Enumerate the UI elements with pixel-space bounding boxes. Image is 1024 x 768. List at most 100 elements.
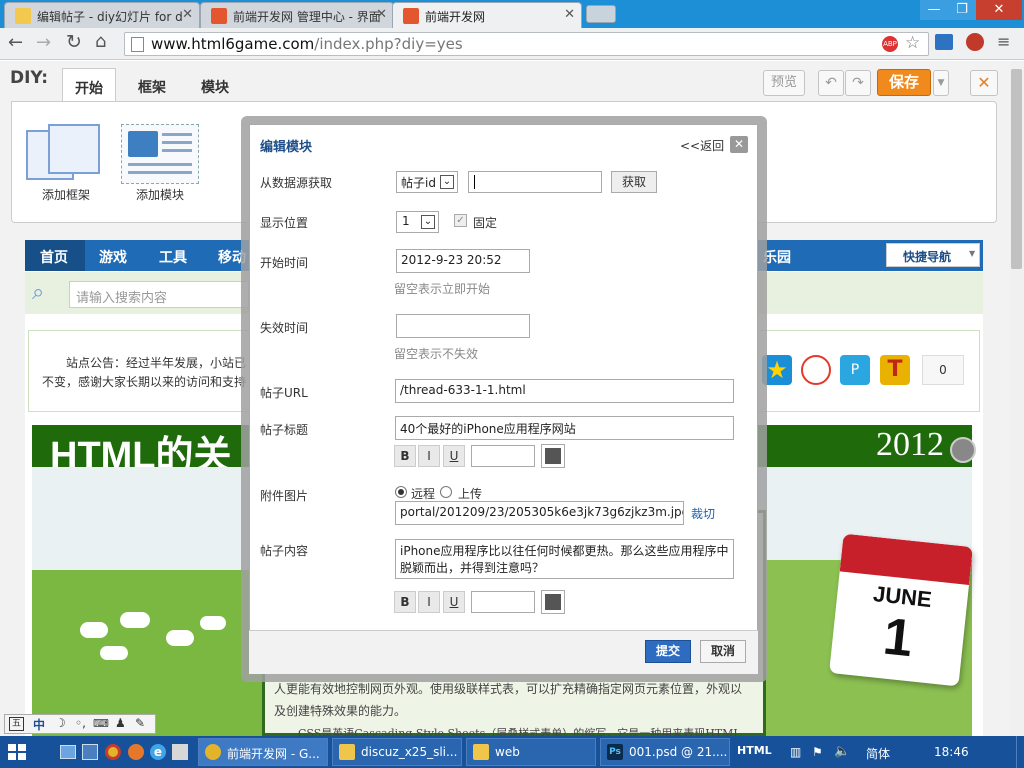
close-icon[interactable]: ✕ xyxy=(730,136,748,153)
url-input[interactable]: /thread-633-1-1.html xyxy=(395,379,734,403)
end-time-input[interactable] xyxy=(396,314,530,338)
attachment-input[interactable]: portal/201209/23/205305k6e3jk73g6zjkz3m.… xyxy=(395,501,684,525)
extension-icon[interactable] xyxy=(935,34,953,50)
content-underline-button[interactable]: U xyxy=(443,591,465,613)
menu-icon[interactable]: ≡ xyxy=(997,32,1010,51)
nav-home[interactable]: 首页 xyxy=(40,247,68,267)
underline-button[interactable]: U xyxy=(443,445,465,467)
tab-frame[interactable]: 框架 xyxy=(126,68,178,102)
source-id-input[interactable] xyxy=(468,171,602,193)
post-title-input[interactable]: 40个最好的iPhone应用程序网站 xyxy=(395,416,734,440)
reload-icon[interactable]: ↻ xyxy=(66,31,82,53)
volume-icon[interactable]: 🔈 xyxy=(834,744,850,759)
address-bar[interactable]: www.html6game.com/index.php?diy=yes ABP … xyxy=(124,32,929,56)
tab-admin[interactable]: 前端开发网 管理中心 - 界面 ✕ xyxy=(200,2,394,28)
slide-next-icon[interactable] xyxy=(950,437,976,463)
minimize-button[interactable]: — xyxy=(920,0,948,20)
task-discuz[interactable]: discuz_x25_sli... xyxy=(332,738,462,766)
start-time-input[interactable]: 2012-9-23 20:52 xyxy=(396,249,530,273)
explorer-icon[interactable] xyxy=(82,744,98,760)
wrench-icon[interactable]: ✎ xyxy=(135,716,145,730)
nav-park[interactable]: 乐园 xyxy=(763,247,791,267)
app-icon[interactable] xyxy=(172,744,188,760)
search-input[interactable]: 请输入搜索内容 xyxy=(69,281,249,308)
clock[interactable]: 18:46 xyxy=(934,745,969,759)
pengyou-icon[interactable]: P xyxy=(840,355,870,385)
crop-link[interactable]: 裁切 xyxy=(691,505,715,522)
ime-mode[interactable]: 中 xyxy=(33,716,45,733)
scrollbar-thumb[interactable] xyxy=(1011,69,1022,269)
save-dropdown-icon[interactable]: ▼ xyxy=(933,70,949,96)
content-color-input[interactable] xyxy=(471,591,535,613)
forward-icon[interactable]: → xyxy=(36,32,51,53)
add-module-label[interactable]: 添加模块 xyxy=(136,186,184,203)
remote-radio[interactable] xyxy=(395,486,407,498)
close-tab-icon[interactable]: ✕ xyxy=(564,7,575,22)
tab-edit-post[interactable]: 编辑帖子 - diy幻灯片 for d ✕ xyxy=(4,2,200,28)
nav-tools[interactable]: 工具 xyxy=(159,247,187,267)
close-tab-icon[interactable]: ✕ xyxy=(182,7,193,22)
position-select[interactable]: 1 ⌄ xyxy=(396,211,439,233)
maximize-button[interactable]: ❐ xyxy=(948,0,976,20)
add-frame-icon[interactable] xyxy=(26,124,104,182)
title-color-input[interactable] xyxy=(471,445,535,467)
moon-icon[interactable]: ☽ xyxy=(55,716,66,730)
title-color-picker[interactable] xyxy=(541,444,565,468)
keyboard-icon[interactable]: ⌨ xyxy=(93,717,109,730)
content-italic-button[interactable]: I xyxy=(418,591,440,613)
tab-start[interactable]: 开始 xyxy=(62,68,116,102)
add-module-icon[interactable] xyxy=(121,124,199,184)
ie-icon[interactable]: e xyxy=(150,744,166,760)
user-icon[interactable]: ♟ xyxy=(115,716,126,730)
ime-logo-icon[interactable]: 五 xyxy=(9,717,24,731)
folder-icon xyxy=(473,744,489,760)
scrollbar[interactable] xyxy=(1008,61,1024,736)
flag-icon[interactable]: ⚑ xyxy=(812,745,823,759)
bookmark-star-icon[interactable]: ☆ xyxy=(905,33,920,53)
windows-start-icon[interactable] xyxy=(8,744,26,760)
save-button[interactable]: 保存 xyxy=(877,69,931,96)
content-textarea[interactable]: iPhone应用程序比以往任何时候都更热。那么这些应用程序中脱颖而出，并得到注意… xyxy=(395,539,734,579)
back-link[interactable]: <<返回 xyxy=(680,137,724,154)
task-html[interactable]: HTML xyxy=(737,744,772,757)
search-icon[interactable]: ⌕ xyxy=(32,280,44,305)
network-icon[interactable]: ▥ xyxy=(790,745,801,759)
show-desktop-button[interactable] xyxy=(1016,736,1024,768)
fixed-checkbox[interactable]: ✓ xyxy=(454,214,467,227)
quick-nav-button[interactable]: 快捷导航 ▼ xyxy=(886,243,980,267)
content-bold-button[interactable]: B xyxy=(394,591,416,613)
fetch-button[interactable]: 获取 xyxy=(611,171,657,193)
preview-button[interactable]: 预览 xyxy=(763,70,805,96)
nav-games[interactable]: 游戏 xyxy=(99,247,127,267)
tweibo-icon[interactable]: T xyxy=(880,355,910,385)
close-window-button[interactable]: ✕ xyxy=(976,0,1022,20)
task-photoshop[interactable]: Ps 001.psd @ 21.... xyxy=(600,738,730,766)
submit-button[interactable]: 提交 xyxy=(645,640,691,663)
task-web[interactable]: web xyxy=(466,738,596,766)
desktop-icon[interactable] xyxy=(60,745,76,759)
undo-icon[interactable]: ↶ xyxy=(818,70,844,96)
italic-button[interactable]: I xyxy=(418,445,440,467)
tab-active[interactable]: 前端开发网 ✕ xyxy=(392,2,582,28)
home-icon[interactable]: ⌂ xyxy=(95,31,106,52)
back-icon[interactable]: ← xyxy=(8,32,23,53)
source-select[interactable]: 帖子id ⌄ xyxy=(396,171,458,193)
chrome-icon[interactable] xyxy=(105,744,121,760)
punctuation-icon[interactable]: ◦, xyxy=(75,716,86,730)
bold-button[interactable]: B xyxy=(394,445,416,467)
weibo-icon[interactable] xyxy=(801,355,831,385)
redo-icon[interactable]: ↷ xyxy=(845,70,871,96)
add-frame-label[interactable]: 添加框架 xyxy=(42,186,90,203)
upload-radio[interactable] xyxy=(440,486,452,498)
close-tab-icon[interactable]: ✕ xyxy=(376,7,387,22)
tab-module[interactable]: 模块 xyxy=(189,68,241,102)
lang-indicator[interactable]: 简体 xyxy=(866,745,890,762)
task-chrome[interactable]: 前端开发网 - G... xyxy=(198,738,328,766)
adblock-icon[interactable]: ABP xyxy=(882,36,898,52)
close-diy-icon[interactable]: ✕ xyxy=(970,70,998,96)
firefox-icon[interactable] xyxy=(128,744,144,760)
cancel-button[interactable]: 取消 xyxy=(700,640,746,663)
content-color-picker[interactable] xyxy=(541,590,565,614)
extension-stop-icon[interactable] xyxy=(966,33,984,51)
new-tab-button[interactable] xyxy=(586,5,616,23)
